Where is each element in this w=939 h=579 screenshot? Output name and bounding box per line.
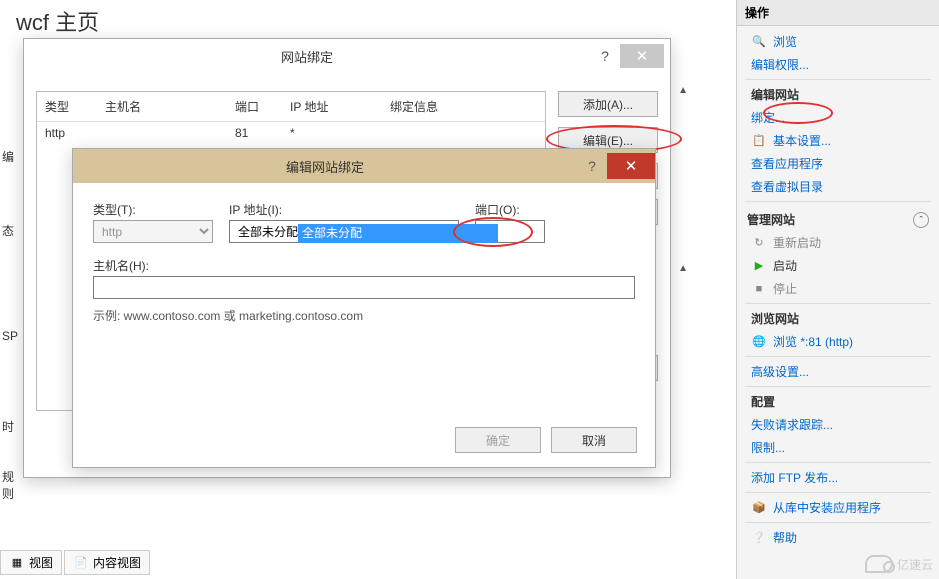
actions-header: 操作 [737,0,939,26]
section-manage-site: 管理网站 ˆ [737,205,939,231]
dialog-title: 网站绑定 [24,47,590,66]
action-browse[interactable]: 🔍 浏览 [737,30,939,53]
col-info[interactable]: 绑定信息 [382,92,545,121]
content-view-tab[interactable]: 📄 内容视图 [64,550,150,575]
cell-port: 81 [227,122,282,144]
view-icon: ▦ [9,555,25,571]
dialog-title: 编辑网站绑定 [73,157,577,176]
collapse-icon[interactable]: ˆ [913,212,929,228]
scroll-up-icon[interactable]: ▲ [678,85,688,96]
action-help[interactable]: ❔ 帮助 [737,526,939,549]
action-label: 查看虚拟目录 [751,178,823,195]
action-view-vdirs[interactable]: 查看虚拟目录 [737,175,939,198]
section-edit-site: 编辑网站 [737,83,939,106]
action-label: 重新启动 [773,234,821,251]
edit-binding-dialog: 编辑网站绑定 ? ✕ 类型(T): http IP 地址(I): 全部未分配 [72,148,656,468]
action-add-ftp[interactable]: 添加 FTP 发布... [737,466,939,489]
action-advanced[interactable]: 高级设置... [737,360,939,383]
help-icon[interactable]: ? [590,48,620,64]
action-label: 浏览 [773,33,797,50]
action-limits[interactable]: 限制... [737,436,939,459]
action-view-apps[interactable]: 查看应用程序 [737,152,939,175]
close-icon[interactable]: ✕ [620,44,664,68]
action-failed-req[interactable]: 失败请求跟踪... [737,413,939,436]
host-label: 主机名(H): [93,257,635,274]
stop-icon: ■ [751,281,767,297]
action-start[interactable]: ▶ 启动 [737,254,939,277]
action-label: 限制... [751,439,785,456]
action-label: 浏览 *:81 (http) [773,333,853,350]
port-label: 端口(O): [475,201,545,218]
help-icon[interactable]: ? [577,158,607,174]
section-browse-site: 浏览网站 [737,307,939,330]
watermark-logo-icon [865,555,893,573]
action-basic-settings[interactable]: 📋 基本设置... [737,129,939,152]
scroll-down-icon[interactable]: ▲ [678,263,688,417]
content-icon: 📄 [73,555,89,571]
example-text: 示例: www.contoso.com 或 marketing.contoso.… [93,307,635,324]
section-label: 配置 [751,393,775,410]
actions-panel: 操作 🔍 浏览 编辑权限... 编辑网站 绑定... 📋 基本设置... 查看应用程… [736,0,939,579]
ok-button[interactable]: 确定 [455,427,541,453]
left-txt: 编 [2,148,14,165]
settings-icon: 📋 [751,133,767,149]
cell-type: http [37,122,97,144]
section-label: 管理网站 [747,211,795,228]
globe-icon: 🌐 [751,334,767,350]
cancel-button[interactable]: 取消 [551,427,637,453]
left-txt: SP [2,329,18,343]
help-icon: ❔ [751,530,767,546]
section-label: 浏览网站 [751,310,799,327]
gallery-icon: 📦 [751,500,767,516]
browse-icon: 🔍 [751,34,767,50]
content-view-label: 内容视图 [93,554,141,571]
port-input[interactable] [475,220,545,243]
left-txt: 时 [2,418,14,435]
ip-select[interactable]: 全部未分配 [229,220,459,243]
action-label: 失败请求跟踪... [751,416,833,433]
action-label: 停止 [773,280,797,297]
restart-icon: ↻ [751,235,767,251]
action-label: 编辑权限... [751,56,809,73]
view-tab[interactable]: ▦ 视图 [0,550,62,575]
col-host[interactable]: 主机名 [97,92,227,121]
action-label: 从库中安装应用程序 [773,499,881,516]
left-txt: 规则 [2,468,17,502]
view-tab-label: 视图 [29,554,53,571]
section-label: 编辑网站 [751,86,799,103]
action-label: 帮助 [773,529,797,546]
section-config: 配置 [737,390,939,413]
action-label: 绑定... [751,109,785,126]
watermark-text: 亿速云 [897,556,933,573]
cell-ip: * [282,122,382,144]
action-stop: ■ 停止 [737,277,939,300]
host-input[interactable] [93,276,635,299]
table-row[interactable]: http 81 * [37,122,545,144]
action-label: 高级设置... [751,363,809,380]
type-select: http [93,220,213,243]
page-title: wcf 主页 [16,5,99,37]
action-edit-permissions[interactable]: 编辑权限... [737,53,939,76]
action-bindings[interactable]: 绑定... [737,106,939,129]
close-icon[interactable]: ✕ [607,153,655,179]
cell-host [97,122,227,144]
left-cropped-strip: 编 态 SP 时 规则 [0,0,17,579]
action-label: 启动 [773,257,797,274]
play-icon: ▶ [751,258,767,274]
ip-label: IP 地址(I): [229,201,459,218]
action-label: 查看应用程序 [751,155,823,172]
action-label: 添加 FTP 发布... [751,469,838,486]
col-ip[interactable]: IP 地址 [282,92,382,121]
add-button[interactable]: 添加(A)... [558,91,658,117]
action-restart: ↻ 重新启动 [737,231,939,254]
action-label: 基本设置... [773,132,831,149]
cell-info [382,122,545,144]
action-browse-81[interactable]: 🌐 浏览 *:81 (http) [737,330,939,353]
col-type[interactable]: 类型 [37,92,97,121]
action-install-gallery[interactable]: 📦 从库中安装应用程序 [737,496,939,519]
type-label: 类型(T): [93,201,213,218]
left-txt: 态 [2,222,14,239]
col-port[interactable]: 端口 [227,92,282,121]
watermark: 亿速云 [865,555,933,573]
